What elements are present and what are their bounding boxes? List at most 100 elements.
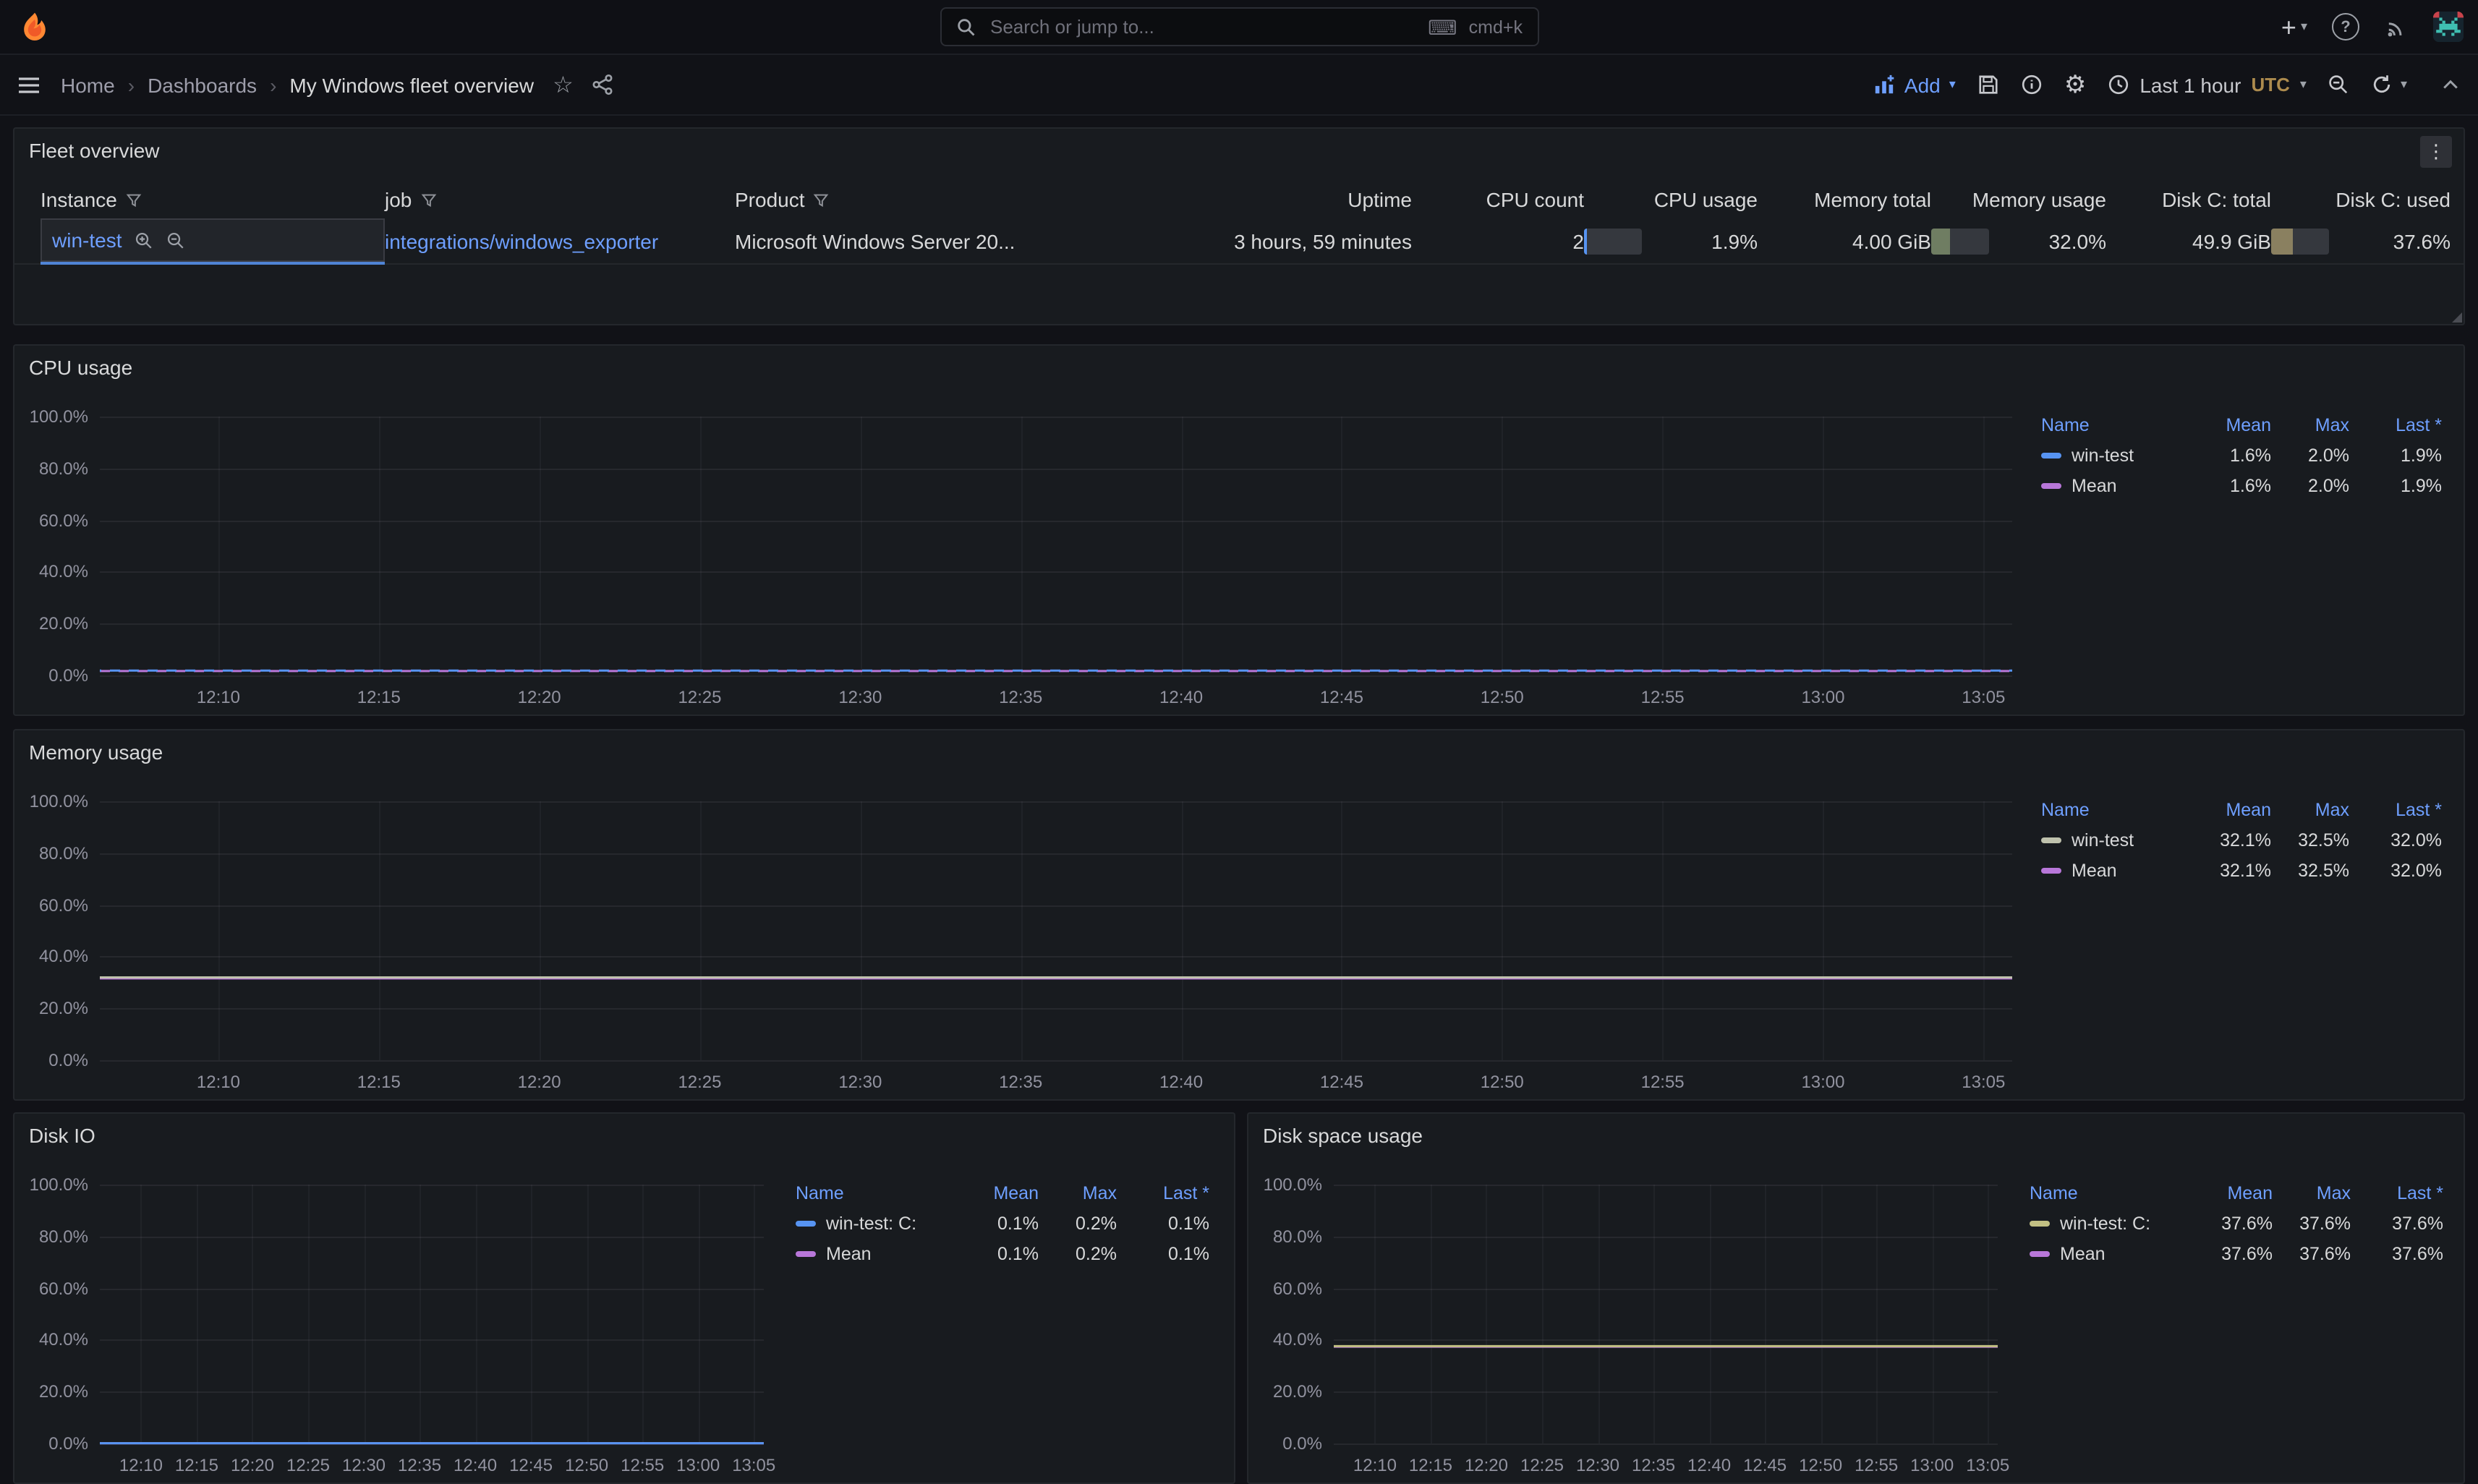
filter-icon[interactable] bbox=[126, 192, 142, 208]
y-axis-tick-label: 100.0% bbox=[1264, 1174, 1322, 1195]
filter-for-value-icon[interactable] bbox=[135, 231, 153, 250]
plot-area[interactable] bbox=[100, 801, 2012, 1060]
zoom-out-time-icon[interactable] bbox=[2328, 74, 2350, 95]
legend-series-name[interactable]: win-test: C: bbox=[796, 1213, 955, 1233]
legend-series-name[interactable]: win-test bbox=[2041, 830, 2187, 850]
column-header-memory-usage[interactable]: Memory usage bbox=[1931, 188, 2106, 211]
save-icon[interactable] bbox=[1977, 74, 1999, 95]
panel-menu-kebab-icon[interactable]: ⋮ bbox=[2420, 136, 2452, 168]
legend-header-mean[interactable]: Mean bbox=[2187, 799, 2271, 819]
legend-value-max: 37.6% bbox=[2273, 1243, 2351, 1263]
legend-header-mean[interactable]: Mean bbox=[2189, 1182, 2273, 1203]
legend-header-max[interactable]: Max bbox=[1039, 1182, 1117, 1203]
legend-value-last: 1.9% bbox=[2349, 475, 2442, 495]
collapse-chevron-icon[interactable] bbox=[2440, 74, 2461, 95]
legend-header-max[interactable]: Max bbox=[2271, 414, 2349, 435]
legend-row[interactable]: Mean0.1%0.2%0.1% bbox=[796, 1238, 1209, 1268]
plot-area[interactable] bbox=[100, 1185, 764, 1444]
legend-series-name[interactable]: win-test bbox=[2041, 445, 2187, 465]
legend-row[interactable]: Mean37.6%37.6%37.6% bbox=[2030, 1238, 2443, 1268]
instance-link[interactable]: win-test bbox=[52, 229, 122, 252]
memory-usage-chart[interactable]: 0.0%20.0%40.0%60.0%80.0%100.0% 12:1012:1… bbox=[14, 730, 2464, 1099]
filter-icon[interactable] bbox=[814, 192, 830, 208]
legend-header-mean[interactable]: Mean bbox=[955, 1182, 1039, 1203]
breadcrumb-home[interactable]: Home bbox=[61, 73, 115, 96]
add-button[interactable]: Add ▾ bbox=[1874, 73, 1956, 96]
column-header-uptime[interactable]: Uptime bbox=[1169, 188, 1412, 211]
x-axis-tick-label: 12:35 bbox=[980, 1072, 1061, 1092]
y-axis-tick-label: 60.0% bbox=[39, 510, 88, 530]
new-menu-button[interactable]: + ▾ bbox=[2281, 14, 2307, 40]
panel-title[interactable]: Fleet overview bbox=[29, 139, 160, 162]
disk-io-chart[interactable]: 0.0%20.0%40.0%60.0%80.0%100.0% 12:1012:1… bbox=[14, 1114, 1234, 1483]
job-link[interactable]: integrations/windows_exporter bbox=[385, 230, 658, 253]
column-header-disk-used[interactable]: Disk C: used bbox=[2271, 188, 2451, 211]
column-header-memory-total[interactable]: Memory total bbox=[1758, 188, 1931, 211]
column-header-cpu-usage[interactable]: CPU usage bbox=[1584, 188, 1758, 211]
column-header-disk-total[interactable]: Disk C: total bbox=[2106, 188, 2271, 211]
legend-row[interactable]: Mean1.6%2.0%1.9% bbox=[2041, 470, 2442, 500]
x-axis: 12:1012:1512:2012:2512:3012:3512:4012:45… bbox=[1334, 1455, 1998, 1478]
breadcrumb-dashboards[interactable]: Dashboards bbox=[148, 73, 257, 96]
news-rss-icon[interactable] bbox=[2384, 14, 2409, 39]
refresh-interval-caret-icon[interactable]: ▾ bbox=[2401, 78, 2407, 91]
search-input[interactable] bbox=[987, 14, 1416, 39]
legend-header-name[interactable]: Name bbox=[796, 1182, 955, 1203]
x-axis-tick-label: 12:25 bbox=[659, 687, 740, 707]
time-range-picker[interactable]: Last 1 hour UTC ▾ bbox=[2108, 73, 2307, 96]
disk-space-usage-chart[interactable]: 0.0%20.0%40.0%60.0%80.0%100.0% 12:1012:1… bbox=[1248, 1114, 2464, 1483]
legend-series-name[interactable]: Mean bbox=[2041, 475, 2187, 495]
refresh-button[interactable]: ▾ bbox=[2372, 74, 2407, 95]
menu-icon[interactable] bbox=[17, 73, 41, 96]
info-icon[interactable] bbox=[2021, 74, 2043, 95]
legend-row[interactable]: Mean32.1%32.5%32.0% bbox=[2041, 855, 2442, 885]
legend-value-max: 2.0% bbox=[2271, 475, 2349, 495]
filter-icon[interactable] bbox=[420, 192, 436, 208]
y-axis-tick-label: 20.0% bbox=[39, 998, 88, 1018]
legend-header-name[interactable]: Name bbox=[2041, 799, 2187, 819]
column-header-cpu-count[interactable]: CPU count bbox=[1412, 188, 1584, 211]
legend-header-last-[interactable]: Last * bbox=[2349, 414, 2442, 435]
legend-header-last-[interactable]: Last * bbox=[2351, 1182, 2443, 1203]
legend-value-mean: 37.6% bbox=[2189, 1243, 2273, 1263]
column-header-instance[interactable]: Instance bbox=[41, 188, 385, 211]
grafana-flame-icon bbox=[17, 9, 52, 44]
filter-out-value-icon[interactable] bbox=[166, 231, 185, 250]
share-icon[interactable] bbox=[592, 74, 614, 95]
legend-series-name[interactable]: Mean bbox=[796, 1243, 955, 1263]
legend-header-mean[interactable]: Mean bbox=[2187, 414, 2271, 435]
column-header-job[interactable]: job bbox=[385, 188, 735, 211]
x-axis-tick-label: 13:05 bbox=[713, 1455, 794, 1475]
breadcrumb-separator: › bbox=[270, 73, 276, 96]
help-icon[interactable]: ? bbox=[2332, 13, 2359, 40]
legend-header-max[interactable]: Max bbox=[2271, 799, 2349, 819]
favorite-star-icon[interactable]: ☆ bbox=[553, 70, 574, 99]
column-header-product[interactable]: Product bbox=[735, 188, 1169, 211]
legend-series-name[interactable]: win-test: C: bbox=[2030, 1213, 2189, 1233]
legend-header-name[interactable]: Name bbox=[2041, 414, 2187, 435]
panel-resize-handle[interactable] bbox=[2452, 312, 2462, 323]
cpu-usage-chart[interactable]: 0.0%20.0%40.0%60.0%80.0%100.0% 12:1012:1… bbox=[14, 346, 2464, 715]
memory-usage-panel: Memory usage 0.0%20.0%40.0%60.0%80.0%100… bbox=[13, 729, 2465, 1101]
legend-header-last-[interactable]: Last * bbox=[2349, 799, 2442, 819]
plot-area[interactable] bbox=[100, 417, 2012, 675]
legend-row[interactable]: win-test: C:37.6%37.6%37.6% bbox=[2030, 1208, 2443, 1238]
legend-row[interactable]: win-test1.6%2.0%1.9% bbox=[2041, 440, 2442, 470]
y-axis-tick-label: 80.0% bbox=[39, 1227, 88, 1247]
legend-row[interactable]: win-test: C:0.1%0.2%0.1% bbox=[796, 1208, 1209, 1238]
y-axis-tick-label: 40.0% bbox=[1273, 1330, 1322, 1350]
user-avatar[interactable] bbox=[2433, 12, 2464, 42]
grafana-logo[interactable] bbox=[17, 9, 52, 44]
memory-usage-cell: 32.0% bbox=[1931, 218, 2106, 265]
plot-area[interactable] bbox=[1334, 1185, 1998, 1444]
search-bar[interactable]: ⌨ cmd+k bbox=[940, 7, 1538, 46]
legend-row[interactable]: win-test32.1%32.5%32.0% bbox=[2041, 824, 2442, 855]
legend-header-last-[interactable]: Last * bbox=[1117, 1182, 1209, 1203]
legend-header-max[interactable]: Max bbox=[2273, 1182, 2351, 1203]
legend-series-name[interactable]: Mean bbox=[2041, 860, 2187, 880]
settings-gear-icon[interactable]: ⚙ bbox=[2064, 72, 2087, 97]
legend-series-name[interactable]: Mean bbox=[2030, 1243, 2189, 1263]
timezone-label: UTC bbox=[2251, 74, 2289, 95]
instance-cell[interactable]: win-test bbox=[41, 218, 385, 265]
legend-header-name[interactable]: Name bbox=[2030, 1182, 2189, 1203]
